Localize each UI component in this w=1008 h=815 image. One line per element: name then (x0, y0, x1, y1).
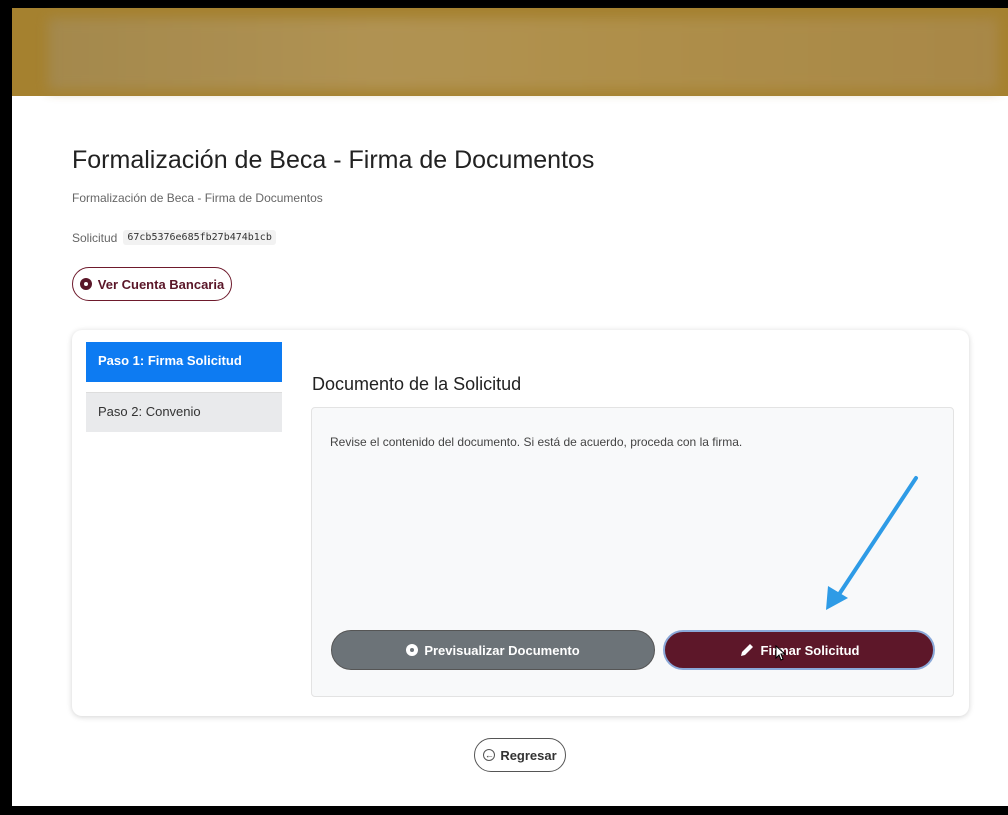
tab-paso-2-label: Paso 2: Convenio (98, 404, 201, 419)
document-instructions: Revise el contenido del documento. Si es… (330, 435, 743, 449)
eye-icon (406, 644, 419, 656)
regresar-button[interactable]: ← Regresar (474, 738, 566, 772)
previsualizar-documento-button[interactable]: Previsualizar Documento (331, 630, 655, 670)
page-title: Formalización de Beca - Firma de Documen… (72, 146, 595, 174)
frame-border-top (0, 0, 1008, 8)
ver-cuenta-bancaria-button[interactable]: Ver Cuenta Bancaria (72, 267, 232, 301)
document-title: Documento de la Solicitud (312, 374, 522, 394)
breadcrumb: Formalización de Beca - Firma de Documen… (72, 191, 323, 205)
cursor-icon (775, 645, 787, 661)
pen-icon (740, 644, 753, 656)
header-banner (12, 8, 1008, 96)
tab-paso-2[interactable]: Paso 2: Convenio (86, 392, 282, 432)
back-arrow-icon: ← (483, 749, 496, 761)
solicitud-row: Solicitud 67cb5376e685fb27b474b1cb (72, 230, 276, 245)
regresar-label: Regresar (500, 747, 557, 763)
header-blurred-logo (48, 18, 998, 90)
eye-icon (79, 278, 92, 290)
frame-border-left (0, 0, 12, 815)
frame-border-bottom (0, 806, 1008, 815)
solicitud-label: Solicitud (72, 230, 118, 245)
annotation-arrow (826, 476, 918, 610)
solicitud-id: 67cb5376e685fb27b474b1cb (123, 230, 276, 245)
ver-cuenta-label: Ver Cuenta Bancaria (97, 276, 225, 292)
tab-paso-1-label: Paso 1: Firma Solicitud (98, 353, 242, 368)
tab-paso-1[interactable]: Paso 1: Firma Solicitud (86, 342, 282, 382)
previsualizar-label: Previsualizar Documento (424, 642, 580, 658)
firmar-solicitud-button[interactable]: Firmar Solicitud (663, 630, 935, 670)
